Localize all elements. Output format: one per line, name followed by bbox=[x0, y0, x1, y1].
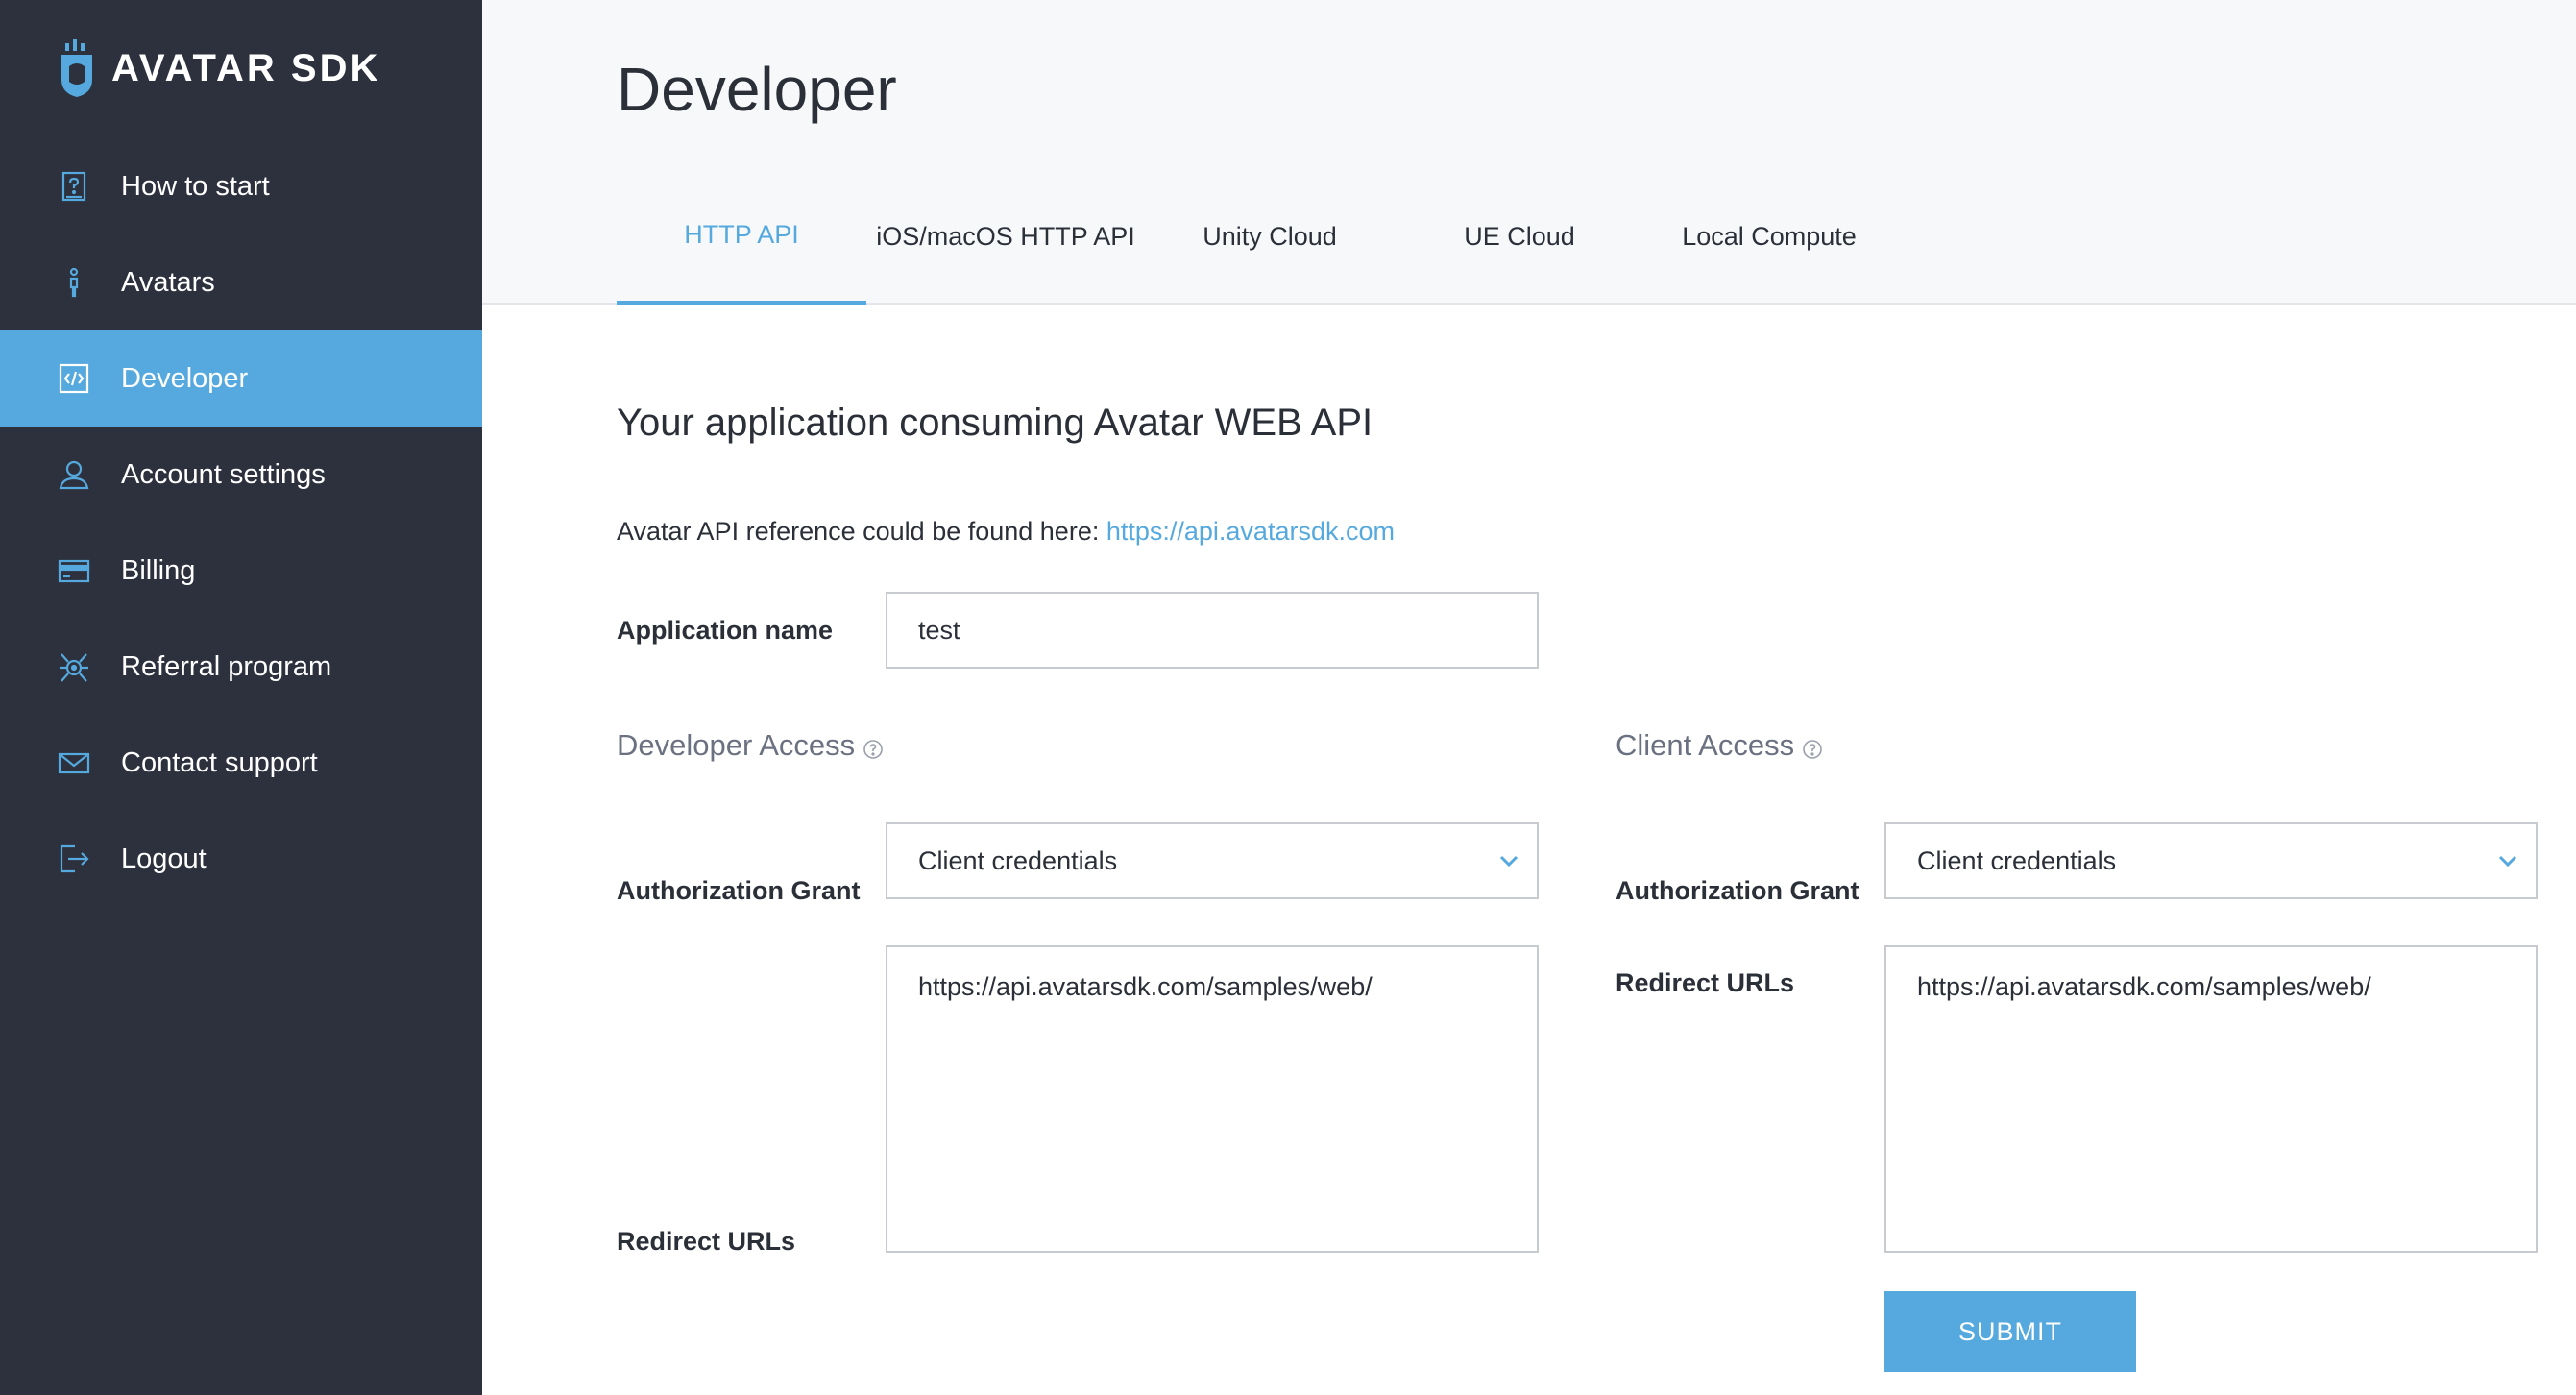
help-icon[interactable] bbox=[863, 739, 884, 760]
developer-access-heading: Developer Access bbox=[617, 728, 884, 763]
developer-redirect-urls-label: Redirect URLs bbox=[617, 1227, 796, 1256]
tab-local-compute[interactable]: Local Compute bbox=[1644, 192, 1894, 305]
sidebar-item-label: Developer bbox=[121, 362, 249, 394]
sidebar-item-label: Contact support bbox=[121, 746, 318, 778]
sidebar-item-label: Logout bbox=[121, 843, 207, 874]
api-reference-line: Avatar API reference could be found here… bbox=[617, 517, 1395, 547]
person-icon bbox=[56, 264, 92, 301]
sidebar-item-billing[interactable]: Billing bbox=[0, 523, 482, 619]
sidebar-item-account-settings[interactable]: Account settings bbox=[0, 427, 482, 523]
submit-button[interactable]: SUBMIT bbox=[1884, 1291, 2136, 1372]
avatar-sdk-logo-icon bbox=[61, 39, 92, 97]
brand-name: AVATAR SDK bbox=[111, 46, 381, 89]
developer-redirect-urls-textarea[interactable]: https://api.avatarsdk.com/samples/web/ bbox=[886, 945, 1539, 1253]
application-name-value: test bbox=[918, 615, 960, 645]
sidebar-nav: How to start Avatars Developer Account s… bbox=[0, 138, 482, 907]
sidebar-item-developer[interactable]: Developer bbox=[0, 330, 482, 427]
sidebar-item-how-to-start[interactable]: How to start bbox=[0, 138, 482, 234]
developer-grant-label: Authorization Grant bbox=[617, 876, 861, 905]
section-title: Your application consuming Avatar WEB AP… bbox=[617, 402, 1373, 444]
mail-icon bbox=[56, 745, 92, 781]
sidebar-item-referral-program[interactable]: Referral program bbox=[0, 619, 482, 715]
sidebar-item-label: Referral program bbox=[121, 650, 332, 682]
client-access-title: Client Access bbox=[1616, 728, 1795, 762]
tab-http-api[interactable]: HTTP API bbox=[617, 192, 866, 305]
credit-card-icon bbox=[56, 552, 92, 589]
sidebar-item-label: Account settings bbox=[121, 458, 326, 490]
page-title: Developer bbox=[617, 55, 897, 124]
client-redirect-urls-label: Redirect URLs bbox=[1616, 968, 1795, 997]
developer-redirect-urls-value: https://api.avatarsdk.com/samples/web/ bbox=[918, 972, 1373, 1001]
help-icon[interactable] bbox=[1802, 739, 1823, 760]
client-redirect-urls-value: https://api.avatarsdk.com/samples/web/ bbox=[1917, 972, 2371, 1001]
client-grant-select[interactable]: Client credentials bbox=[1884, 822, 2538, 899]
developer-grant-value: Client credentials bbox=[918, 845, 1118, 875]
sidebar-item-logout[interactable]: Logout bbox=[0, 811, 482, 907]
brand-logo[interactable]: AVATAR SDK bbox=[56, 37, 380, 100]
chevron-down-icon bbox=[1499, 855, 1519, 868]
application-name-label: Application name bbox=[617, 616, 834, 645]
code-icon bbox=[56, 360, 92, 397]
client-redirect-urls-textarea[interactable]: https://api.avatarsdk.com/samples/web/ bbox=[1884, 945, 2538, 1253]
client-grant-label: Authorization Grant bbox=[1616, 876, 1859, 905]
chevron-down-icon bbox=[2498, 855, 2517, 868]
tab-ue-cloud[interactable]: UE Cloud bbox=[1395, 192, 1644, 305]
client-access-heading: Client Access bbox=[1616, 728, 1823, 763]
application-name-input[interactable]: test bbox=[886, 592, 1539, 669]
referral-icon bbox=[56, 649, 92, 685]
tab-bar: HTTP API iOS/macOS HTTP API Unity Cloud … bbox=[617, 192, 1894, 305]
user-icon bbox=[56, 456, 92, 493]
tab-ios-macos-http-api[interactable]: iOS/macOS HTTP API bbox=[866, 192, 1145, 305]
client-grant-value: Client credentials bbox=[1917, 845, 2117, 875]
developer-access-title: Developer Access bbox=[617, 728, 856, 762]
page-header: Developer HTTP API iOS/macOS HTTP API Un… bbox=[482, 0, 2576, 305]
sidebar: AVATAR SDK How to start Avatars Develope… bbox=[0, 0, 482, 1395]
api-reference-text: Avatar API reference could be found here… bbox=[617, 517, 1106, 546]
help-book-icon bbox=[56, 168, 92, 205]
tab-unity-cloud[interactable]: Unity Cloud bbox=[1145, 192, 1395, 305]
sidebar-item-label: How to start bbox=[121, 170, 270, 202]
developer-grant-select[interactable]: Client credentials bbox=[886, 822, 1539, 899]
sidebar-item-avatars[interactable]: Avatars bbox=[0, 234, 482, 330]
sidebar-item-label: Avatars bbox=[121, 266, 215, 298]
sidebar-item-contact-support[interactable]: Contact support bbox=[0, 715, 482, 811]
logout-icon bbox=[56, 841, 92, 877]
api-reference-link[interactable]: https://api.avatarsdk.com bbox=[1106, 517, 1395, 546]
sidebar-item-label: Billing bbox=[121, 554, 196, 586]
main-content: Developer HTTP API iOS/macOS HTTP API Un… bbox=[482, 0, 2576, 1395]
